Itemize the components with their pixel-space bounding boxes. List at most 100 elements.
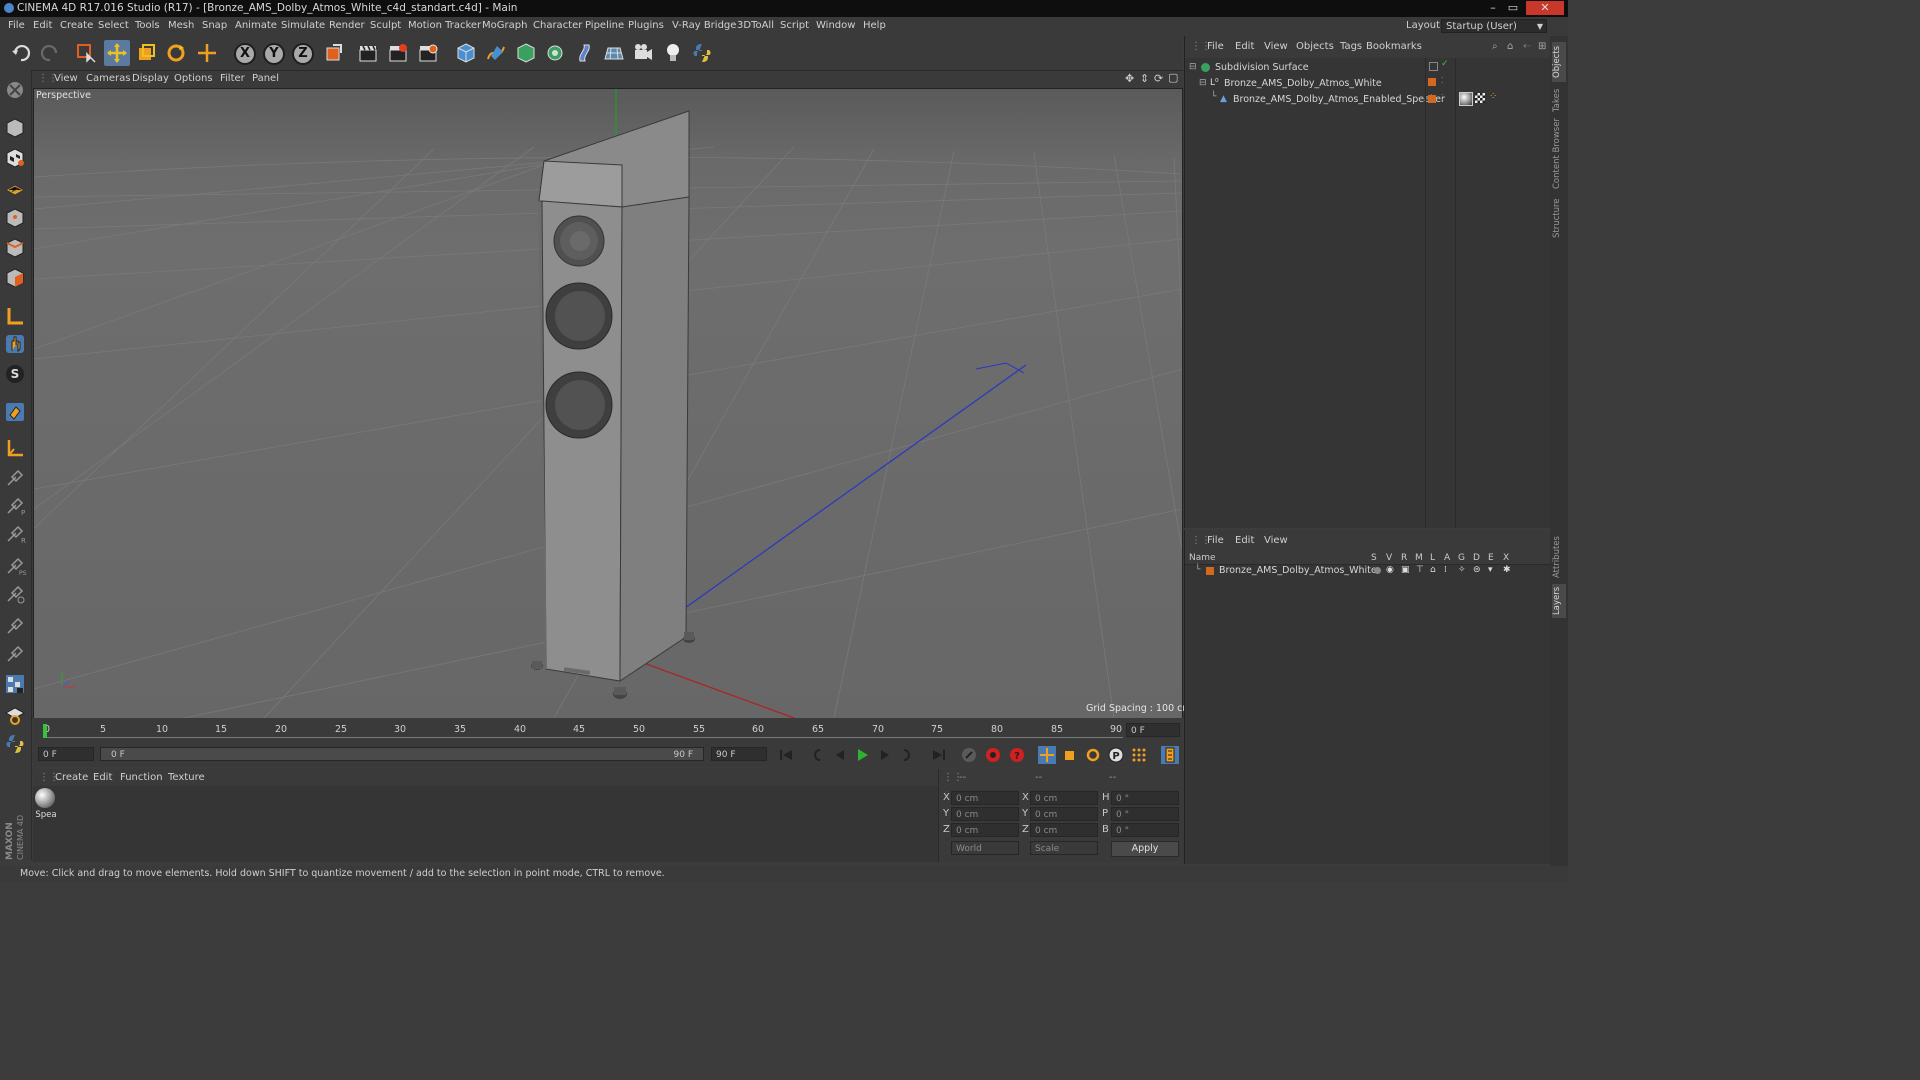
frame-range-slider[interactable]: 0 F 90 F	[100, 747, 704, 761]
search-icon[interactable]: ⌕	[1492, 41, 1498, 52]
manager-toggle-icon[interactable]: ⊤	[1416, 565, 1424, 575]
extrude-tool-button[interactable]: PSR	[3, 554, 27, 578]
rotation-p-field[interactable]: 0 °	[1111, 807, 1179, 821]
xref-toggle-icon[interactable]: ✱	[1503, 565, 1511, 575]
om-menu-edit[interactable]: Edit	[1235, 41, 1254, 52]
python-script-button[interactable]	[3, 732, 27, 756]
edges-mode-button[interactable]	[3, 236, 27, 260]
render-view-button[interactable]	[355, 40, 381, 66]
material-thumbnail[interactable]: Spea	[35, 788, 57, 824]
position-x-field[interactable]: 0 cm	[951, 791, 1019, 805]
layer-column-deformers[interactable]: D	[1473, 553, 1480, 563]
layer-column-locked[interactable]: L	[1430, 553, 1435, 563]
size-mode-dropdown[interactable]: Scale	[1030, 841, 1098, 855]
position-z-field[interactable]: 0 cm	[951, 823, 1019, 837]
undo-button[interactable]	[8, 40, 34, 66]
menu-snap[interactable]: Snap	[202, 20, 227, 31]
vp-menu-display[interactable]: Display	[132, 73, 169, 84]
layer-column-solo[interactable]: S	[1371, 553, 1377, 563]
vp-menu-panel[interactable]: Panel	[252, 73, 279, 84]
object-row[interactable]: ⊟ L⁰ Bronze_AMS_Dolby_Atmos_White	[1199, 78, 1425, 92]
tab-structure[interactable]: Structure	[1552, 196, 1566, 240]
timeline-ruler[interactable]: 0 5 10 15 20 25 30 35 40 45 50 55 60 65 …	[33, 718, 1183, 742]
om-menu-bookmarks[interactable]: Bookmarks	[1366, 41, 1422, 52]
keyframe-selection-button[interactable]: ?	[1008, 746, 1026, 764]
rotation-b-field[interactable]: 0 °	[1111, 823, 1179, 837]
animation-toggle-icon[interactable]: ⁞	[1444, 565, 1447, 575]
layout-dropdown[interactable]: Startup (User) ▼	[1441, 19, 1547, 33]
lm-menu-edit[interactable]: Edit	[1235, 535, 1254, 546]
points-mode-button[interactable]	[3, 206, 27, 230]
bridge-tool-button[interactable]: R	[3, 522, 27, 546]
render-to-picture-viewer-button[interactable]	[385, 40, 411, 66]
layer-row[interactable]: └ Bronze_AMS_Dolby_Atmos_White ◉ ▣ ⊤ ⌂ ⁞…	[1185, 565, 1551, 579]
viewport-zoom-icon[interactable]: ⇕	[1140, 72, 1149, 85]
snap-settings-button[interactable]: S	[3, 362, 27, 386]
size-x-field[interactable]: 0 cm	[1030, 791, 1098, 805]
coordinate-space-dropdown[interactable]: World	[951, 841, 1019, 855]
menu-mograph[interactable]: MoGraph	[482, 20, 527, 31]
expression-toggle-icon[interactable]: ▾	[1488, 565, 1493, 575]
tab-layers[interactable]: Layers	[1552, 584, 1566, 618]
new-view-icon[interactable]: ⊞	[1538, 41, 1546, 52]
mat-menu-function[interactable]: Function	[120, 772, 163, 783]
collapse-icon[interactable]: ⊟	[1189, 62, 1197, 72]
tab-content-browser[interactable]: Content Browser	[1552, 118, 1566, 190]
enabled-check-icon[interactable]: ✓	[1441, 59, 1449, 69]
next-frame-button[interactable]	[876, 746, 894, 764]
maximize-button[interactable]: ▭	[1503, 1, 1523, 15]
layer-column-animation[interactable]: A	[1444, 553, 1450, 563]
previous-key-button[interactable]	[807, 746, 825, 764]
material-tag-icon[interactable]	[1459, 92, 1473, 106]
viewport-rotate-icon[interactable]: ⟳	[1154, 72, 1163, 85]
menu-3dtoall[interactable]: 3DToAll	[737, 20, 774, 31]
add-array-button[interactable]	[542, 40, 568, 66]
key-rotation-button[interactable]	[1084, 746, 1102, 764]
layer-toggle-icon[interactable]	[1429, 62, 1438, 71]
record-active-objects-button[interactable]	[960, 746, 978, 764]
go-to-start-button[interactable]	[777, 746, 795, 764]
menu-character[interactable]: Character	[533, 20, 582, 31]
menu-animate[interactable]: Animate	[235, 20, 277, 31]
add-cube-button[interactable]	[453, 40, 479, 66]
size-y-field[interactable]: 0 cm	[1030, 807, 1098, 821]
z-axis-lock-button[interactable]: Z	[292, 43, 314, 65]
back-icon[interactable]: ⇠	[1523, 41, 1531, 52]
render-toggle-icon[interactable]: ▣	[1401, 565, 1410, 575]
add-floor-button[interactable]	[601, 40, 627, 66]
menu-tools[interactable]: Tools	[135, 20, 160, 31]
viewport-move-icon[interactable]: ✥	[1125, 72, 1134, 85]
add-spline-button[interactable]	[483, 40, 509, 66]
om-menu-view[interactable]: View	[1264, 41, 1288, 52]
mat-menu-create[interactable]: Create	[55, 772, 88, 783]
add-generator-button[interactable]	[513, 40, 539, 66]
layer-color-swatch[interactable]	[1206, 567, 1214, 575]
previous-frame-button[interactable]	[831, 746, 849, 764]
menu-help[interactable]: Help	[863, 20, 886, 31]
menu-render[interactable]: Render	[329, 20, 365, 31]
add-camera-button[interactable]	[630, 40, 656, 66]
coordinate-system-button[interactable]	[321, 40, 347, 66]
smooth-tool-button[interactable]	[3, 582, 27, 606]
uv-transform-button[interactable]	[3, 702, 27, 726]
uvw-tag-icon[interactable]	[1475, 93, 1485, 103]
vp-menu-cameras[interactable]: Cameras	[86, 73, 130, 84]
tweak-mode-button[interactable]	[3, 332, 27, 356]
menu-vray-bridge[interactable]: V-Ray Bridge	[672, 20, 736, 31]
iron-tool-button[interactable]	[3, 642, 27, 666]
lock-icon[interactable]: ⌂	[1430, 565, 1436, 575]
vp-menu-view[interactable]: View	[54, 73, 78, 84]
tab-takes[interactable]: Takes	[1552, 86, 1566, 114]
workplane-axis-button[interactable]	[3, 436, 27, 460]
y-axis-lock-button[interactable]: Y	[263, 43, 285, 65]
size-z-field[interactable]: 0 cm	[1030, 823, 1098, 837]
axis-mode-button[interactable]	[3, 304, 27, 328]
start-frame-field[interactable]: 0 F	[38, 747, 94, 761]
om-menu-file[interactable]: File	[1207, 41, 1224, 52]
close-button[interactable]: ✕	[1526, 1, 1564, 15]
model-mode-button[interactable]	[3, 116, 27, 140]
key-scale-button[interactable]	[1061, 746, 1079, 764]
mat-menu-texture[interactable]: Texture	[168, 772, 205, 783]
rotate-tool-button[interactable]	[163, 40, 189, 66]
object-row[interactable]: ⊟ Subdivision Surface	[1189, 62, 1425, 76]
